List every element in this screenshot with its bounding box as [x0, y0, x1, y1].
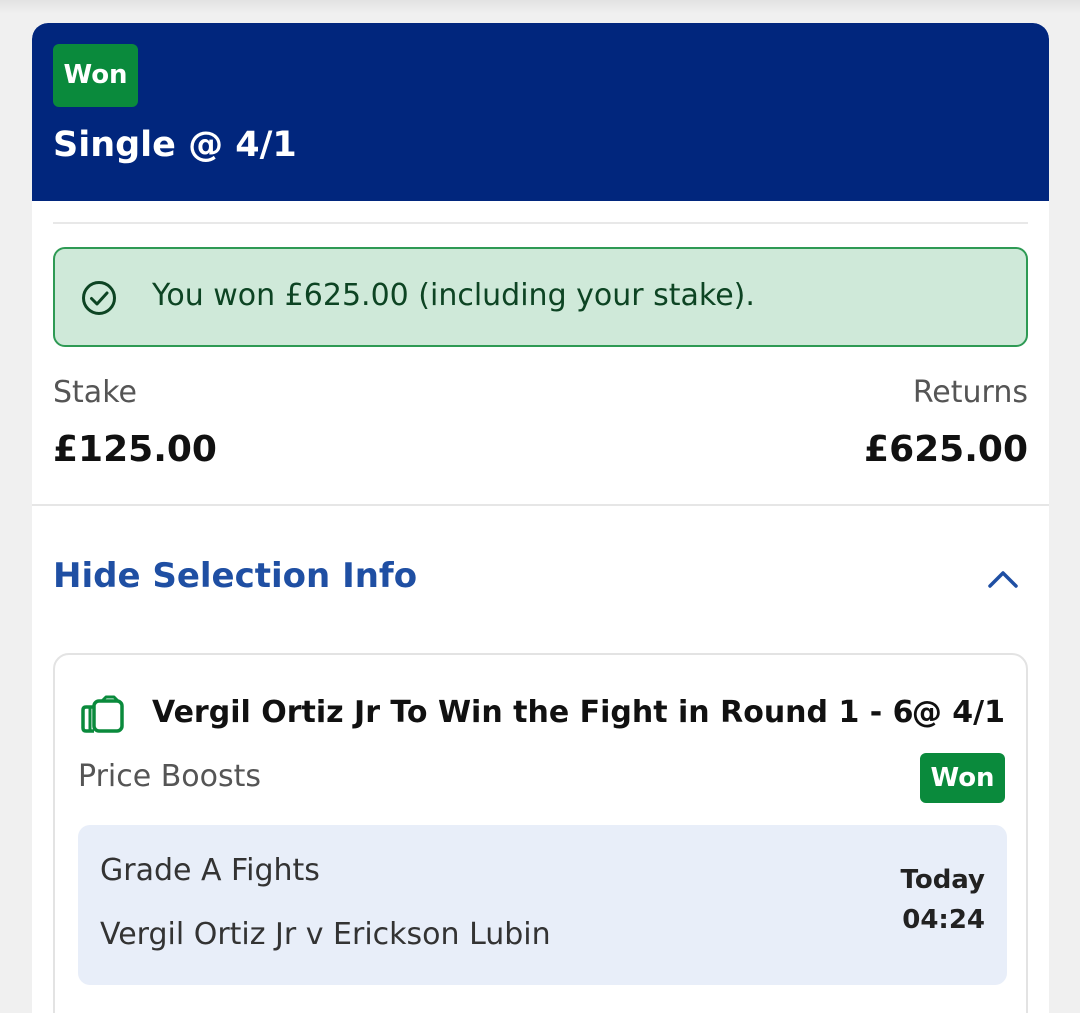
selection-name: Vergil Ortiz Jr To Win the Fight in Roun…: [152, 695, 914, 730]
returns-label: Returns: [912, 375, 1028, 410]
selection-market: Price Boosts: [78, 759, 262, 794]
stake-value: £125.00: [53, 429, 217, 470]
check-circle-icon: [82, 281, 116, 315]
won-message: You won £625.00 (including your stake).: [152, 278, 755, 313]
event-day: Today: [900, 865, 985, 895]
stake-label: Stake: [53, 375, 137, 410]
chevron-up-icon[interactable]: [987, 568, 1019, 590]
divider: [32, 504, 1049, 506]
top-shade: [0, 0, 1080, 14]
event-league: Grade A Fights: [100, 853, 320, 888]
bet-title: Single @ 4/1: [53, 125, 297, 165]
event-time: 04:24: [902, 905, 985, 935]
event-info[interactable]: Grade A Fights Vergil Ortiz Jr v Erickso…: [78, 825, 1007, 985]
selection-odds: @ 4/1: [911, 695, 1005, 730]
status-badge: Won: [53, 44, 138, 107]
divider: [53, 222, 1028, 224]
won-alert: You won £625.00 (including your stake).: [53, 247, 1028, 347]
event-fixture: Vergil Ortiz Jr v Erickson Lubin: [100, 917, 551, 952]
bet-card: Won Single @ 4/1 You won £625.00 (includ…: [32, 23, 1049, 1013]
hide-selection-info-toggle[interactable]: Hide Selection Info: [53, 556, 417, 596]
price-boost-icon: [81, 695, 124, 733]
selection-status-badge: Won: [920, 753, 1005, 803]
returns-value: £625.00: [864, 429, 1028, 470]
bet-header: Won Single @ 4/1: [32, 23, 1049, 201]
selection-card: Vergil Ortiz Jr To Win the Fight in Roun…: [53, 653, 1028, 1013]
